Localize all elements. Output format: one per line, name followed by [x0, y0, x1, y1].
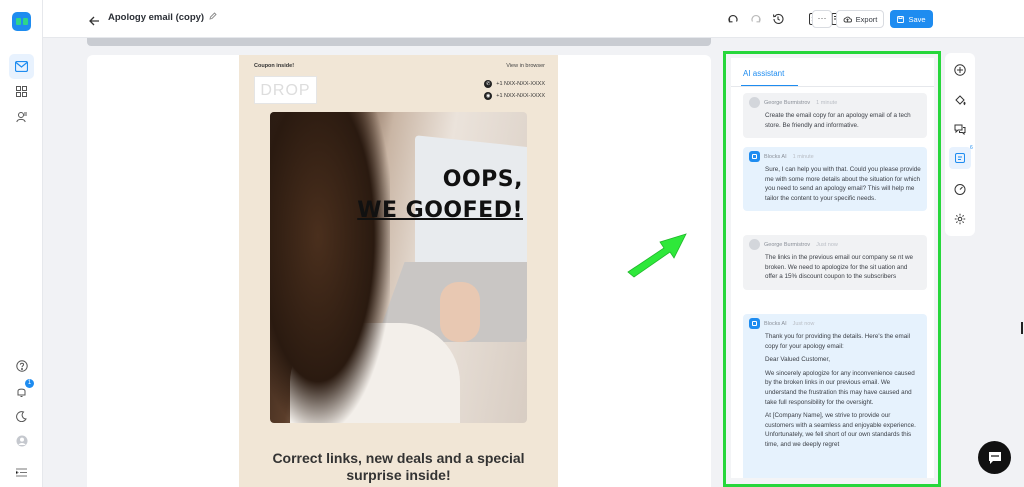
- ai-assistant-panel: AI assistant George Burmistrov 1 minute …: [723, 51, 941, 487]
- view-in-browser-link[interactable]: View in browser: [506, 63, 545, 69]
- bot-avatar-icon: [749, 151, 760, 162]
- hero-line-2: WE GOOFED!: [357, 198, 523, 223]
- more-options-button[interactable]: ···: [812, 10, 832, 28]
- help-icon[interactable]: [9, 353, 34, 378]
- export-label: Export: [855, 14, 878, 24]
- message-time: Just now: [816, 241, 838, 248]
- back-arrow-icon[interactable]: [89, 13, 100, 31]
- redo-icon[interactable]: [748, 11, 764, 27]
- chat-message: Blocks AI Just now Thank you for providi…: [743, 314, 927, 478]
- email-headline: Correct links, new deals and a special s…: [272, 450, 525, 483]
- page-title: Apology email (copy): [108, 12, 217, 23]
- message-author: Blocks AI: [764, 153, 787, 160]
- grid-icon[interactable]: [9, 79, 34, 104]
- right-tool-rail: 6: [945, 53, 975, 236]
- annotation-arrow-icon: [627, 233, 687, 278]
- settings-gear-icon[interactable]: [949, 208, 971, 230]
- hero-line-1: OOPS,: [442, 167, 523, 192]
- structure-toolbar[interactable]: [87, 38, 711, 46]
- user-avatar: [749, 239, 760, 250]
- text-cursor-icon: [1021, 322, 1023, 334]
- coupon-text: Coupon inside!: [254, 63, 295, 69]
- notification-badge: 1: [25, 379, 34, 388]
- comments-icon[interactable]: [949, 118, 971, 140]
- hero-heading: OOPS, WE GOOFED!: [310, 164, 523, 226]
- app-logo[interactable]: [12, 12, 31, 31]
- message-text: Thank you for providing the details. Her…: [765, 333, 911, 350]
- message-author: George Burmistrov: [764, 99, 811, 106]
- history-icon[interactable]: [770, 11, 786, 27]
- phone-number-1: +1 NXX-NXX-XXXX: [496, 81, 545, 87]
- phone-number-2: +1 NXX-NXX-XXXX: [496, 93, 545, 99]
- notifications-icon[interactable]: 1: [9, 379, 34, 404]
- avatar[interactable]: [9, 428, 34, 453]
- collapse-menu-icon[interactable]: [9, 460, 34, 485]
- hero-image[interactable]: OOPS, WE GOOFED!: [270, 112, 527, 423]
- chat-message: George Burmistrov Just now The links in …: [743, 235, 927, 290]
- phone-row-1: ✆ +1 NXX-NXX-XXXX: [484, 80, 545, 88]
- moon-icon[interactable]: [9, 404, 34, 429]
- save-label: Save: [908, 14, 926, 24]
- phone-row-2: ◉ +1 NXX-NXX-XXXX: [484, 92, 545, 100]
- email-preview[interactable]: Coupon inside! View in browser DROP ✆ +1…: [239, 55, 558, 487]
- floppy-icon: [897, 15, 905, 23]
- chat-message: George Burmistrov 1 minute Create the em…: [743, 93, 927, 139]
- phone-icon: ✆: [484, 80, 493, 88]
- whatsapp-icon: ◉: [484, 92, 493, 100]
- message-author: Blocks AI: [764, 320, 787, 327]
- speedometer-icon[interactable]: [949, 178, 971, 200]
- assistant-badge: 6: [970, 145, 973, 151]
- message-text: Dear Valued Customer,: [765, 356, 830, 364]
- message-text: The links in the previous email our comp…: [765, 254, 914, 281]
- undo-icon[interactable]: [725, 11, 741, 27]
- left-rail: 1: [0, 0, 43, 487]
- support-chat-icon[interactable]: [978, 441, 1011, 474]
- message-time: 1 minute: [792, 153, 814, 160]
- chat-message: Blocks AI 1 minute Sure, I can help you …: [743, 147, 927, 212]
- message-text: At [Company Name], we strive to provide …: [765, 412, 916, 448]
- tab-ai-assistant[interactable]: AI assistant: [743, 69, 784, 78]
- brand-logo: DROP: [254, 76, 317, 104]
- mail-icon[interactable]: [9, 54, 34, 79]
- message-text: Sure, I can help you with that. Could yo…: [765, 166, 921, 202]
- message-text: We sincerely apologize for any inconveni…: [765, 369, 915, 406]
- save-button[interactable]: Save: [890, 10, 933, 28]
- ai-assistant-icon[interactable]: [949, 147, 971, 169]
- message-time: Just now: [792, 320, 815, 327]
- message-text: Create the email copy for an apology ema…: [765, 112, 911, 129]
- email-title: Apology email (copy): [108, 12, 205, 23]
- cloud-upload-icon: [843, 16, 852, 22]
- contacts-icon[interactable]: [9, 104, 34, 129]
- bot-avatar-icon: [749, 318, 760, 329]
- message-author: George Burmistrov: [764, 241, 811, 248]
- export-button[interactable]: Export: [836, 10, 884, 28]
- add-block-icon[interactable]: [949, 59, 971, 81]
- edit-pencil-icon[interactable]: [209, 12, 217, 23]
- user-avatar: [749, 97, 760, 108]
- paint-bucket-icon[interactable]: [949, 89, 971, 111]
- message-time: 1 minute: [816, 99, 838, 106]
